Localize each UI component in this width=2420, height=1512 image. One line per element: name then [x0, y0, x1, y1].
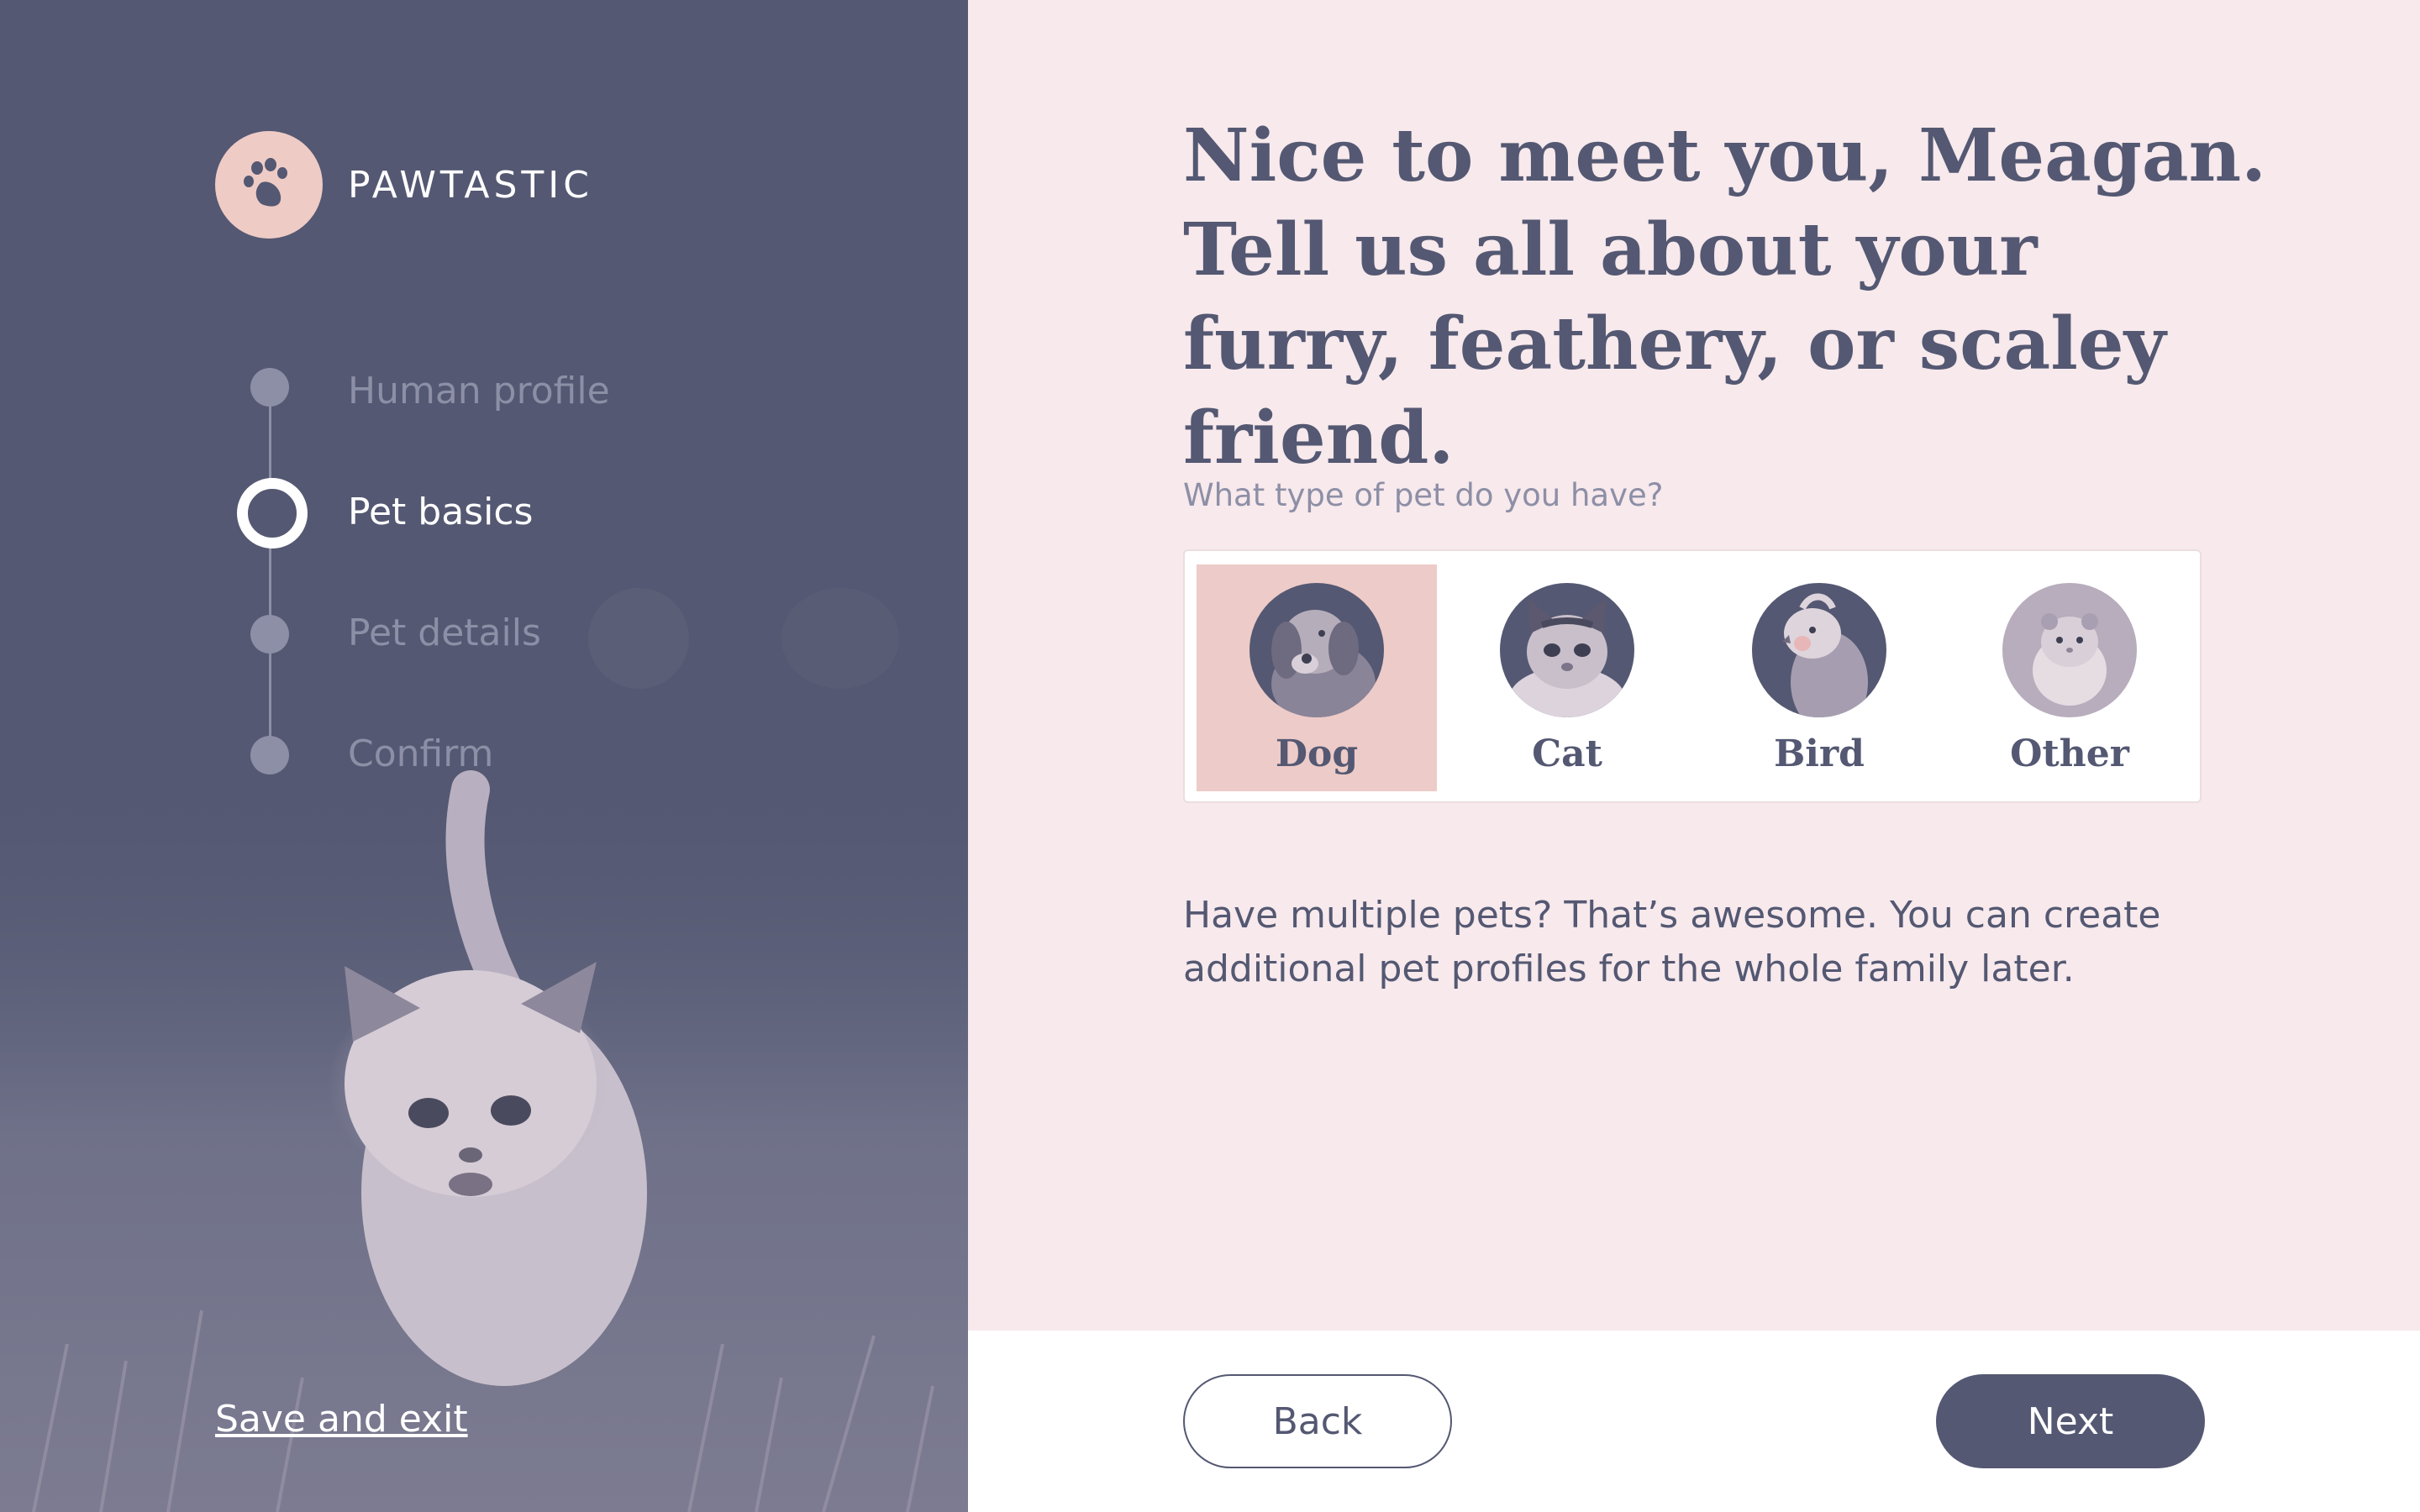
- pet-type-picker: Dog Cat Bird Other: [1183, 549, 2202, 803]
- step-dot-confirm: [250, 736, 289, 774]
- pet-type-question: What type of pet do you have?: [1183, 477, 1664, 513]
- pet-option-label: Cat: [1532, 732, 1602, 775]
- page-title: Nice to meet you, Meagan. Tell us all ab…: [1183, 113, 2267, 480]
- bird-photo: [1752, 583, 1886, 717]
- brand[interactable]: PAWTASTIC: [215, 131, 593, 239]
- multiple-pets-note: Have multiple pets? That’s awesome. You …: [1183, 894, 2161, 990]
- step-dot-pet-details: [250, 615, 289, 654]
- pet-option-cat[interactable]: Cat: [1447, 564, 1687, 791]
- step-label-pet-basics[interactable]: Pet basics: [348, 491, 533, 533]
- pet-option-other[interactable]: Other: [1949, 564, 2190, 791]
- footer-bar: Back Next: [968, 1331, 2420, 1512]
- step-dot-human-profile: [250, 368, 289, 407]
- pet-option-label: Dog: [1275, 732, 1359, 775]
- brand-name: PAWTASTIC: [348, 163, 593, 207]
- cat-photo: [1500, 583, 1634, 717]
- progress-line: [269, 388, 271, 758]
- step-label-human-profile[interactable]: Human profile: [348, 370, 610, 412]
- step-label-confirm: Confirm: [348, 732, 494, 775]
- step-label-pet-details: Pet details: [348, 612, 541, 654]
- sidebar: PAWTASTIC Human profile Pet basics Pet d…: [0, 0, 968, 1512]
- next-button[interactable]: Next: [1936, 1374, 2205, 1468]
- pet-option-label: Other: [2010, 732, 2129, 775]
- main-content: Nice to meet you, Meagan. Tell us all ab…: [968, 0, 2420, 1331]
- pet-option-dog[interactable]: Dog: [1197, 564, 1437, 791]
- back-button[interactable]: Back: [1183, 1374, 1452, 1468]
- pet-option-bird[interactable]: Bird: [1699, 564, 1939, 791]
- pet-option-label: Bird: [1774, 732, 1865, 775]
- save-and-exit-link[interactable]: Save and exit: [215, 1398, 468, 1441]
- hamster-photo: [2002, 583, 2137, 717]
- paw-icon: [215, 131, 323, 239]
- step-dot-pet-basics: [237, 478, 308, 549]
- dog-photo: [1249, 583, 1384, 717]
